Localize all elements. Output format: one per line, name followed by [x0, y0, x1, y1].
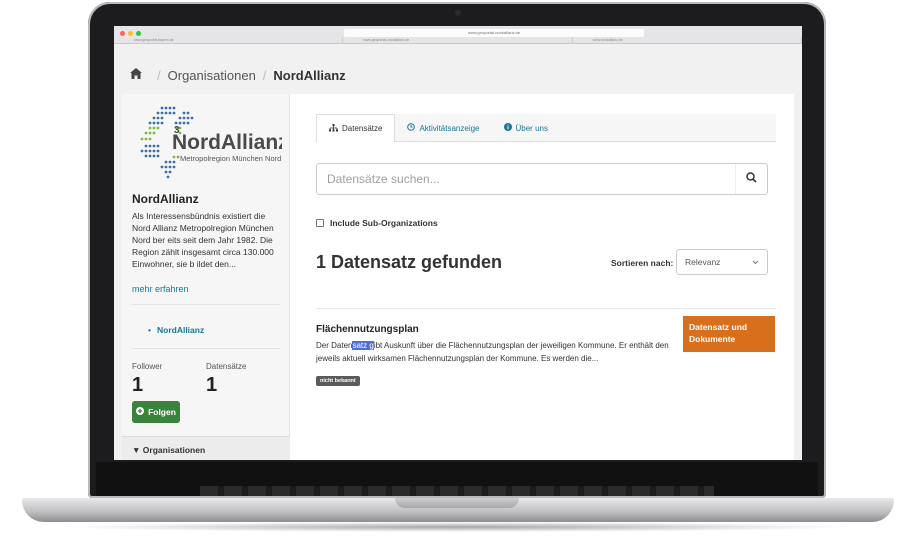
result-count: 1 Datensatz gefunden: [316, 252, 503, 272]
followers-count: 1: [132, 374, 144, 396]
dataset-desc-start: Der Daten: [316, 341, 353, 350]
search-box: [316, 163, 768, 195]
main-content: Datensätze Aktivitätsanzeige Über uns Da…: [298, 94, 794, 460]
laptop-screen: www.geoportal.nordallianz.de www.geoport…: [114, 26, 802, 460]
plus-circle-icon: [136, 407, 145, 417]
page-content: 3 NordAllianz Metropolregion München Nor…: [122, 94, 794, 460]
text-selection: satz g: [352, 341, 374, 350]
breadcrumb-organisations[interactable]: Organisationen: [168, 68, 256, 83]
datasets-count: 1: [206, 374, 218, 396]
include-sub-orgs-checkbox[interactable]: [316, 219, 324, 227]
sitemap-icon: [329, 123, 338, 134]
breadcrumb-separator: /: [157, 67, 161, 83]
divider: [132, 348, 280, 349]
tab-datasets-label: Datensätze: [342, 124, 383, 133]
address-bar[interactable]: www.geoportal.nordallianz.de: [344, 29, 644, 37]
browser-tab[interactable]: www.geoportal-nordallianz.de: [343, 37, 573, 44]
laptop-notch: [395, 498, 519, 508]
dataset-documents-button[interactable]: Datensatz und Dokumente: [683, 316, 775, 352]
filter-icon: ▼: [132, 445, 141, 455]
org-logo: 3 NordAllianz Metropolregion München Nor…: [132, 102, 289, 182]
include-sub-orgs[interactable]: Include Sub-Organizations: [316, 218, 438, 228]
org-title: NordAllianz: [132, 192, 199, 206]
search-input[interactable]: [317, 164, 737, 194]
info-icon: [503, 123, 512, 133]
close-dot-icon[interactable]: [120, 31, 125, 36]
maximize-dot-icon[interactable]: [136, 31, 141, 36]
dataset-title[interactable]: Flächennutzungsplan: [316, 324, 419, 335]
laptop-hinge: [200, 486, 714, 496]
tab-about[interactable]: Über uns: [492, 114, 560, 142]
organisations-section-label: Organisationen: [142, 445, 206, 455]
follow-button[interactable]: Folgen: [132, 401, 180, 423]
tab-datasets[interactable]: Datensätze: [316, 114, 396, 143]
org-list-link[interactable]: NordAllianz: [148, 325, 204, 335]
org-description: Als Interessensbündnis existiert die Nor…: [132, 211, 274, 269]
home-icon[interactable]: [130, 68, 142, 82]
datasets-label: Datensätze: [206, 362, 247, 371]
read-more-link[interactable]: mehr erfahren: [132, 284, 189, 294]
sidebar: 3 NordAllianz Metropolregion München Nor…: [122, 94, 290, 460]
breadcrumb-separator: /: [262, 67, 267, 83]
browser-tab[interactable]: www.geoportal-bayern.de: [114, 37, 344, 44]
svg-text:Metropolregion München Nord: Metropolregion München Nord: [180, 154, 281, 163]
browser-tabs: www.geoportal-bayern.de www.geoportal-no…: [114, 37, 802, 44]
followers-label: Follower: [132, 362, 163, 371]
follow-button-label: Folgen: [148, 407, 176, 417]
camera-icon: [455, 10, 461, 16]
license-badge: nicht bekannt: [316, 376, 360, 386]
dataset-description: Der Datensatz gibt Auskunft über die Flä…: [316, 339, 676, 365]
tab-about-label: Über uns: [515, 123, 548, 133]
divider: [132, 304, 280, 305]
window-controls[interactable]: [120, 31, 141, 36]
search-button[interactable]: [735, 164, 767, 194]
svg-text:NordAllianz: NordAllianz: [172, 131, 282, 154]
sort-select[interactable]: Relevanz: [676, 249, 768, 275]
breadcrumb-current[interactable]: NordAllianz: [273, 68, 345, 83]
tab-bar: Datensätze Aktivitätsanzeige Über uns: [316, 114, 776, 143]
include-sub-orgs-label: Include Sub-Organizations: [330, 218, 438, 228]
tab-activity-label: Aktivitätsanzeige: [419, 123, 480, 133]
laptop-mockup: www.geoportal.nordallianz.de www.geoport…: [0, 0, 914, 549]
organisations-section-header[interactable]: ▼ Organisationen: [122, 436, 290, 460]
clock-icon: [407, 123, 416, 133]
browser-tab[interactable]: www.nordallianz.de: [573, 37, 802, 44]
divider: [316, 308, 776, 309]
search-icon: [746, 170, 757, 188]
minimize-dot-icon[interactable]: [128, 31, 133, 36]
laptop-shadow: [60, 522, 854, 532]
breadcrumb: / Organisationen / NordAllianz: [114, 56, 802, 94]
sort-select-value: Relevanz: [685, 257, 721, 267]
chevron-down-icon: [752, 257, 759, 267]
tab-activity[interactable]: Aktivitätsanzeige: [395, 114, 491, 142]
browser-toolbar: www.geoportal.nordallianz.de www.geoport…: [114, 26, 802, 44]
sort-label: Sortieren nach:: [611, 258, 674, 268]
